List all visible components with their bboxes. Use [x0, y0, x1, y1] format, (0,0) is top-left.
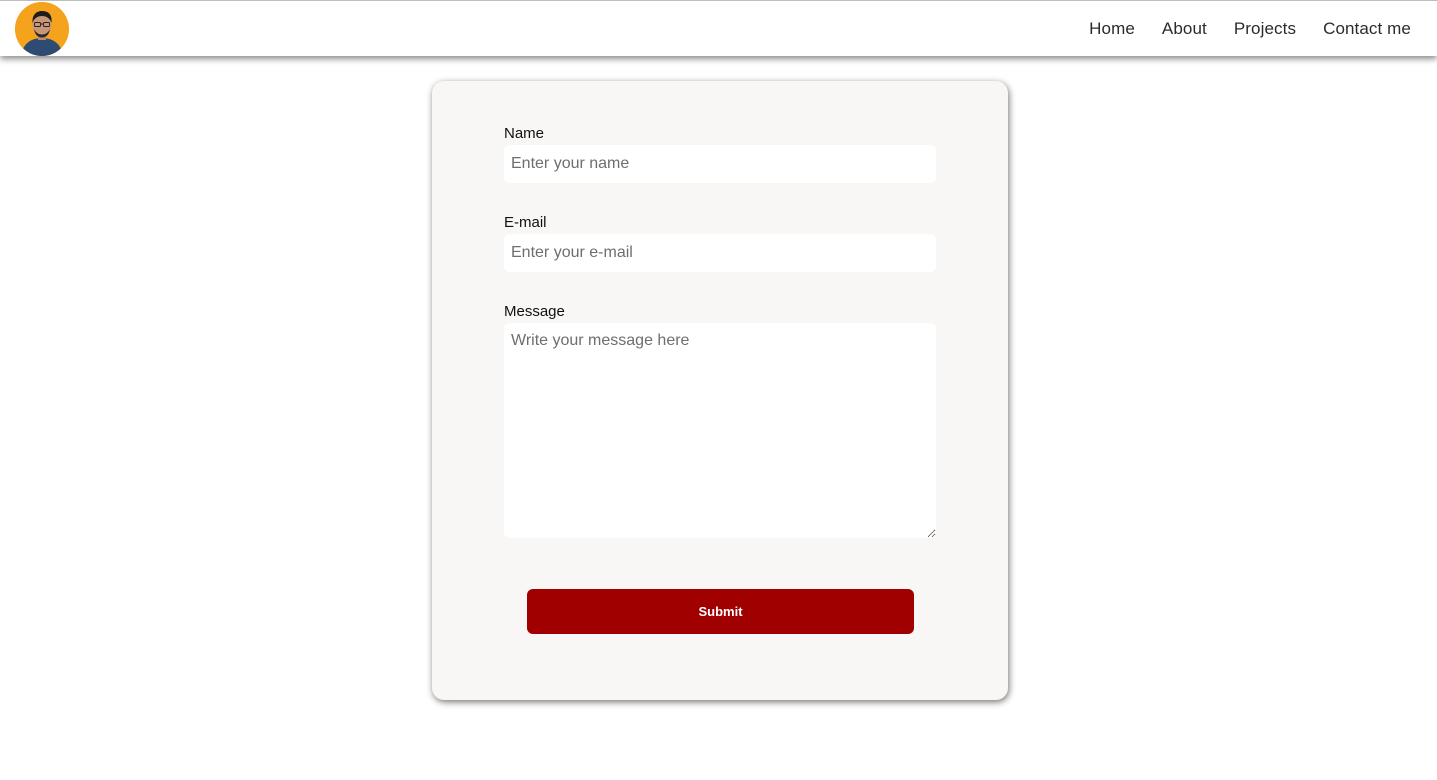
nav-link-home[interactable]: Home [1089, 19, 1135, 39]
nav-link-projects[interactable]: Projects [1234, 19, 1296, 39]
nav-link-contact-me[interactable]: Contact me [1323, 19, 1411, 39]
avatar[interactable] [15, 2, 69, 56]
message-label: Message [504, 303, 565, 320]
name-label: Name [504, 125, 545, 142]
message-textarea[interactable] [504, 323, 936, 538]
nav-links: Home About Projects Contact me [1089, 1, 1411, 57]
top-navbar: Home About Projects Contact me [0, 0, 1437, 56]
email-input[interactable] [504, 234, 936, 272]
email-label: E-mail [504, 214, 547, 231]
contact-form-card: Name E-mail Message Submit [432, 81, 1008, 700]
name-input[interactable] [504, 145, 936, 183]
profile-photo-icon [15, 2, 69, 56]
submit-button[interactable]: Submit [527, 589, 914, 634]
nav-link-about[interactable]: About [1162, 19, 1207, 39]
